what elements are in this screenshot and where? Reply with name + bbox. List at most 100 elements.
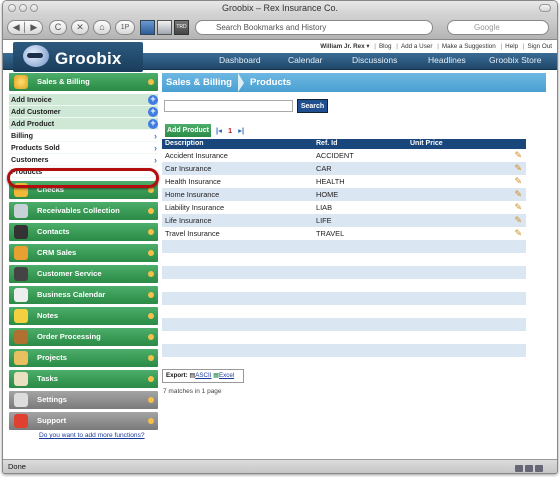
status-icons	[513, 463, 543, 472]
table-row[interactable]: Car Insurance CAR ✎	[162, 162, 526, 175]
trd-icon[interactable]: TRD	[174, 20, 189, 35]
sidebar-category-order-processing[interactable]: Order Processing	[9, 328, 158, 346]
customer-service-icon	[14, 267, 28, 281]
receivables-collection-icon	[14, 204, 28, 218]
status-text: Done	[8, 462, 26, 471]
support-icon	[14, 414, 28, 428]
contacts-icon	[14, 225, 28, 239]
sidebar-item-billing[interactable]: Billing ›	[9, 130, 158, 142]
edit-pencil-icon[interactable]: ✎	[514, 162, 522, 175]
empty-table-row	[162, 305, 526, 318]
sidebar-category-tasks[interactable]: Tasks	[9, 370, 158, 388]
edit-pencil-icon[interactable]: ✎	[514, 188, 522, 201]
category-label: Sales & Billing	[37, 77, 90, 86]
stop-icon[interactable]: ✕	[71, 20, 89, 35]
current-page[interactable]: 1	[228, 126, 232, 135]
breadcrumb-section[interactable]: Sales & Billing	[166, 77, 232, 88]
blog-link[interactable]: Blog	[379, 43, 392, 50]
reload-icon[interactable]: C	[49, 20, 67, 35]
expand-arrow-icon	[148, 334, 154, 340]
nav-groobix-store[interactable]: Groobix Store	[489, 55, 541, 65]
suggestion-link[interactable]: Make a Suggestion	[442, 43, 496, 50]
minimize-window-button[interactable]	[19, 4, 27, 12]
sidebar-item-add-customer[interactable]: Add Customer +	[9, 106, 158, 118]
onepassword-button[interactable]: 1P	[115, 20, 135, 35]
last-page-icon[interactable]: ▸|	[238, 126, 244, 135]
table-row[interactable]: Health Insurance HEALTH ✎	[162, 175, 526, 188]
bookmarks-search-field[interactable]: Search Bookmarks and History	[195, 20, 433, 35]
expand-arrow-icon	[148, 208, 154, 214]
add-user-link[interactable]: Add a User	[401, 43, 433, 50]
close-window-button[interactable]	[8, 4, 16, 12]
sidebar-item-products-sold[interactable]: Products Sold ›	[9, 142, 158, 154]
sidebar-item-add-product[interactable]: Add Product +	[9, 118, 158, 130]
user-menu[interactable]: William Jr. Rex ▾	[320, 43, 369, 50]
help-link[interactable]: Help	[505, 43, 518, 50]
edit-pencil-icon[interactable]: ✎	[514, 214, 522, 227]
bookmark-app-icon[interactable]	[140, 20, 155, 35]
sidebar-item-label: Add Product	[11, 119, 55, 128]
column-header-description[interactable]: Description	[165, 139, 204, 149]
table-row[interactable]: Life Insurance LIFE ✎	[162, 214, 526, 227]
sidebar-category-sales-billing[interactable]: Sales & Billing	[9, 73, 158, 91]
cell-ref-id: LIAB	[316, 203, 333, 212]
table-row[interactable]: Liability Insurance LIAB ✎	[162, 201, 526, 214]
sidebar-category-business-calendar[interactable]: Business Calendar	[9, 286, 158, 304]
back-forward-buttons[interactable]: ◀ │ ▶	[7, 20, 43, 35]
edit-pencil-icon[interactable]: ✎	[514, 175, 522, 188]
nav-calendar[interactable]: Calendar	[288, 55, 323, 65]
nav-discussions[interactable]: Discussions	[352, 55, 397, 65]
extension-icon[interactable]	[515, 465, 523, 472]
sidebar-item-customers[interactable]: Customers ›	[9, 154, 158, 166]
nav-dashboard[interactable]: Dashboard	[219, 55, 261, 65]
table-row[interactable]: Accident Insurance ACCIDENT ✎	[162, 149, 526, 162]
browser-toolbar: ◀ │ ▶ C ✕ ⌂ 1P TRD Search Bookmarks and …	[3, 16, 557, 40]
product-search-input[interactable]	[164, 100, 293, 112]
tasks-icon	[14, 372, 28, 386]
sidebar-category-receivables-collection[interactable]: Receivables Collection	[9, 202, 158, 220]
zoom-window-button[interactable]	[30, 4, 38, 12]
sidebar-category-contacts[interactable]: Contacts	[9, 223, 158, 241]
export-ascii-link[interactable]: ASCII	[195, 372, 211, 379]
column-header-ref-id[interactable]: Ref. Id	[316, 139, 337, 149]
category-label: Settings	[37, 395, 67, 404]
sidebar-item-add-invoice[interactable]: Add Invoice +	[9, 94, 158, 106]
search-button[interactable]: Search	[297, 99, 328, 113]
products-table: Description Ref. Id Unit Price Accident …	[162, 139, 526, 370]
export-excel-link[interactable]: Excel	[219, 372, 234, 379]
app-logo[interactable]: Groobix	[55, 49, 122, 69]
nav-headlines[interactable]: Headlines	[428, 55, 466, 65]
column-header-unit-price[interactable]: Unit Price	[410, 139, 443, 149]
cell-ref-id: HEALTH	[316, 177, 345, 186]
sidebar-category-crm-sales[interactable]: CRM Sales	[9, 244, 158, 262]
empty-table-row	[162, 240, 526, 253]
table-row[interactable]: Home Insurance HOME ✎	[162, 188, 526, 201]
sidebar-category-projects[interactable]: Projects	[9, 349, 158, 367]
sidebar-category-customer-service[interactable]: Customer Service	[9, 265, 158, 283]
toolbar-toggle-button[interactable]	[539, 4, 551, 12]
expand-arrow-icon	[148, 229, 154, 235]
order-processing-icon	[14, 330, 28, 344]
add-plus-icon: +	[148, 107, 158, 117]
extension-icon[interactable]	[525, 465, 533, 472]
edit-pencil-icon[interactable]: ✎	[514, 201, 522, 214]
document-icon[interactable]	[157, 20, 172, 35]
sidebar-category-settings[interactable]: Settings	[9, 391, 158, 409]
groobix-mascot-icon	[23, 45, 49, 67]
add-more-functions-link[interactable]: Do you want to add more functions?	[39, 432, 145, 439]
sidebar-item-label: Add Customer	[11, 107, 61, 116]
category-label: Receivables Collection	[37, 206, 120, 215]
sidebar-category-support[interactable]: Support	[9, 412, 158, 430]
edit-pencil-icon[interactable]: ✎	[514, 149, 522, 162]
first-page-icon[interactable]: |◂	[216, 126, 222, 135]
sidebar-category-notes[interactable]: Notes	[9, 307, 158, 325]
mail-icon[interactable]	[535, 465, 543, 472]
add-product-button[interactable]: Add Product	[165, 124, 211, 137]
home-icon[interactable]: ⌂	[93, 20, 111, 35]
table-row[interactable]: Travel Insurance TRAVEL ✎	[162, 227, 526, 240]
add-plus-icon: +	[148, 119, 158, 129]
google-search-field[interactable]: Google	[447, 20, 549, 35]
sign-out-link[interactable]: Sign Out	[527, 43, 552, 50]
cell-description: Liability Insurance	[165, 203, 225, 212]
edit-pencil-icon[interactable]: ✎	[514, 227, 522, 240]
